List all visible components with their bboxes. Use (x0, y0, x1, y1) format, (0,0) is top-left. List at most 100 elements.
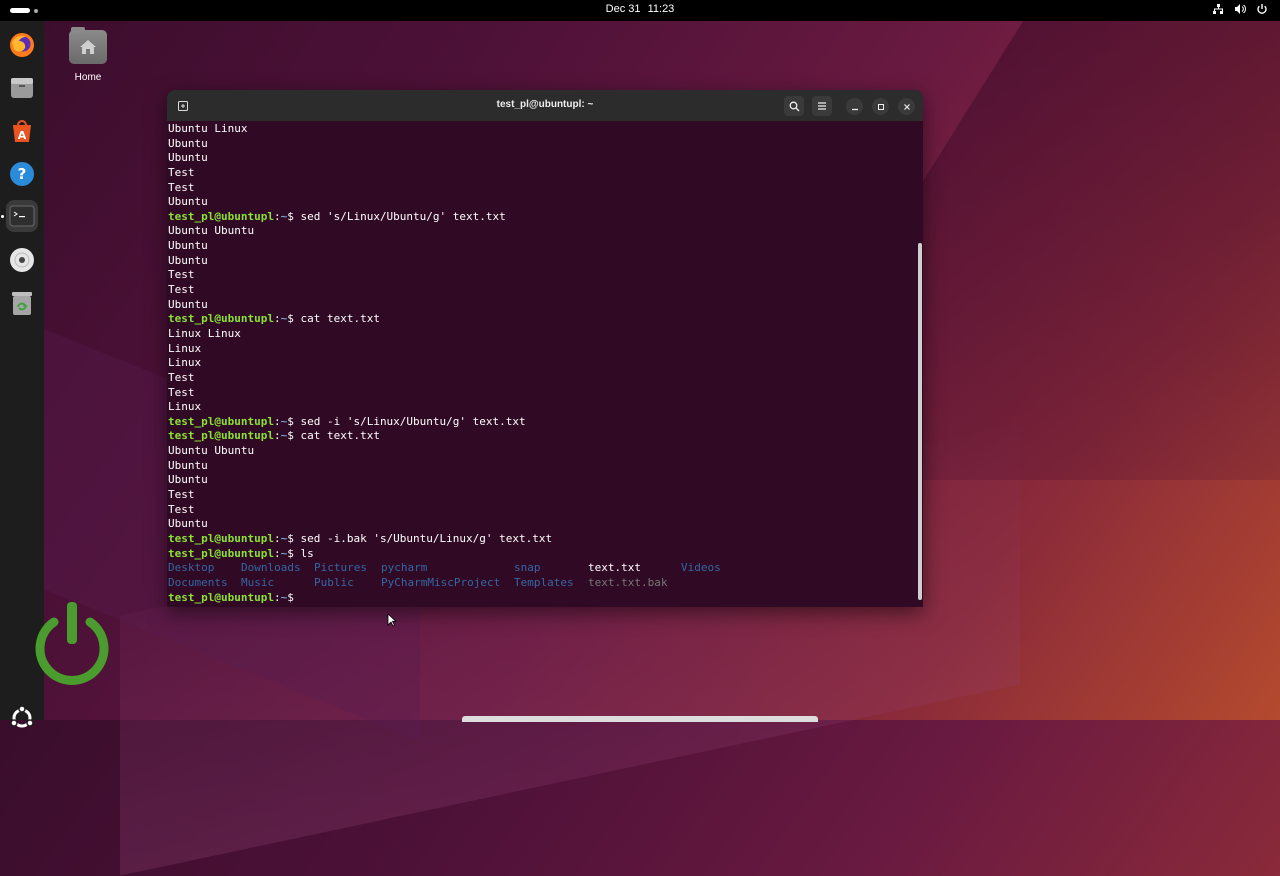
prompt-symbol: $ (287, 531, 294, 545)
command-line: test_pl@ubuntupl:~$ sed -i 's/Linux/Ubun… (168, 415, 915, 430)
ls-output-row: Documents Music Public PyCharmMiscProject Te… (168, 576, 915, 591)
close-button[interactable] (898, 98, 915, 115)
prompt-separator: : (273, 312, 281, 326)
files-icon (11, 78, 33, 98)
dock-item-trash[interactable] (6, 287, 38, 319)
output-line: Test (168, 502, 195, 516)
command-line: test_pl@ubuntupl:~$ sed 's/Linux/Ubuntu/… (168, 210, 915, 225)
show-apps-icon[interactable] (9, 705, 35, 731)
clock-date: Dec 31 (605, 3, 641, 15)
prompt-separator: : (273, 414, 281, 428)
ls-entry: Downloads (241, 561, 301, 575)
dock-item-help[interactable]: ? (6, 158, 38, 190)
prompt-separator: : (273, 209, 281, 223)
dock-item-terminal[interactable] (6, 200, 38, 232)
clock-time: 11:23 (647, 3, 675, 15)
output-line: Test (168, 283, 195, 297)
terminal-output[interactable]: Ubuntu Linux Ubuntu Ubuntu Test Test Ubuntu te… (168, 122, 915, 607)
output-line: Ubuntu Ubuntu (168, 444, 255, 458)
command-text: sed 's/Linux/Ubuntu/g' text.txt (300, 209, 506, 223)
search-icon (789, 101, 799, 111)
maximize-button[interactable] (872, 98, 889, 115)
command-text: sed -i.bak 's/Ubuntu/Linux/g' text.txt (300, 531, 553, 545)
terminal-icon (9, 205, 35, 227)
command-line: test_pl@ubuntupl:~$ cat text.txt (168, 312, 915, 327)
output-line: Ubuntu Ubuntu (168, 224, 255, 238)
ls-entry: Templates (514, 575, 574, 589)
ls-entry: Videos (681, 561, 721, 575)
ls-entry: text.txt.bak (588, 575, 668, 589)
minimize-icon (851, 108, 858, 110)
dock-item-app-center[interactable]: A (6, 115, 38, 147)
clock[interactable]: Dec 31 11:23 (0, 3, 1280, 15)
command-text: sed -i 's/Linux/Ubuntu/g' text.txt (300, 414, 526, 428)
output-line: Test (168, 370, 195, 384)
terminal-window: test_pl@ubuntupl: ~ Ubuntu Linux Ubuntu Ub… (167, 90, 923, 607)
prompt-separator: : (273, 429, 281, 443)
output-line: Test (168, 165, 195, 179)
prompt-separator: : (273, 590, 281, 604)
command-text: ls (300, 546, 314, 560)
output-line: Ubuntu (168, 517, 208, 531)
top-bar: Dec 31 11:23 (0, 0, 1280, 21)
prompt-user: test_pl@ubuntupl (168, 414, 274, 428)
ls-entry: text.txt (588, 561, 641, 575)
output-line: Ubuntu (168, 151, 208, 165)
output-line: Linux (168, 400, 202, 414)
output-line: Ubuntu (168, 473, 208, 487)
ls-entry: Music (241, 575, 275, 589)
dock-item-disc[interactable] (6, 244, 38, 276)
output-line: Ubuntu Linux (168, 122, 248, 135)
command-line: test_pl@ubuntupl:~$ sed -i.bak 's/Ubuntu… (168, 532, 915, 547)
prompt-symbol: $ (287, 546, 294, 560)
command-line: test_pl@ubuntupl:~$ ls (168, 547, 915, 562)
network-icon (1213, 4, 1223, 14)
prompt-separator: : (273, 546, 281, 560)
desktop-icon-label: Home (74, 72, 102, 83)
output-line: Ubuntu (168, 253, 208, 267)
home-folder-icon (69, 27, 107, 64)
svg-text:?: ? (18, 165, 27, 183)
desktop-icon-home[interactable]: Home (64, 27, 112, 83)
prompt-user: test_pl@ubuntupl (168, 590, 274, 604)
command-text: cat text.txt (300, 429, 380, 443)
bottom-panel-edge (462, 716, 818, 722)
output-line: Test (168, 268, 195, 282)
minimize-button[interactable] (846, 98, 863, 115)
prompt-user: test_pl@ubuntupl (168, 546, 274, 560)
prompt-user: test_pl@ubuntupl (168, 429, 274, 443)
maximize-icon (877, 103, 884, 110)
output-line: Test (168, 488, 195, 502)
output-line: Linux Linux (168, 326, 241, 340)
hamburger-menu-icon (818, 102, 826, 110)
menu-button[interactable] (812, 96, 832, 116)
prompt-symbol: $ (287, 414, 294, 428)
dock-item-firefox[interactable] (6, 29, 38, 61)
active-prompt-line[interactable]: test_pl@ubuntupl:~$ (168, 591, 915, 606)
scrollbar[interactable] (918, 243, 922, 600)
prompt-user: test_pl@ubuntupl (168, 312, 274, 326)
terminal-titlebar[interactable]: test_pl@ubuntupl: ~ (167, 90, 923, 121)
command-line: test_pl@ubuntupl:~$ cat text.txt (168, 429, 915, 444)
ls-entry: Public (314, 575, 354, 589)
prompt-separator: : (273, 531, 281, 545)
firefox-icon (10, 33, 34, 57)
power-menu-icon (1257, 4, 1267, 14)
power-logo-icon (35, 602, 109, 685)
ls-entry: Pictures (314, 561, 367, 575)
running-indicator (1, 215, 4, 218)
ls-entry: Documents (168, 575, 228, 589)
search-button[interactable] (784, 96, 804, 116)
prompt-symbol: $ (287, 312, 294, 326)
output-line: Linux (168, 341, 202, 355)
output-line: Ubuntu (168, 458, 208, 472)
trash-icon (12, 292, 32, 315)
mouse-cursor-icon (387, 613, 397, 627)
output-line: Linux (168, 356, 202, 370)
output-line: Ubuntu (168, 239, 208, 253)
system-tray[interactable] (1212, 3, 1268, 15)
disc-icon (10, 248, 34, 272)
ls-entry: PyCharmMiscProject (381, 575, 501, 589)
dock-item-files[interactable] (6, 72, 38, 104)
help-icon: ? (10, 162, 34, 186)
